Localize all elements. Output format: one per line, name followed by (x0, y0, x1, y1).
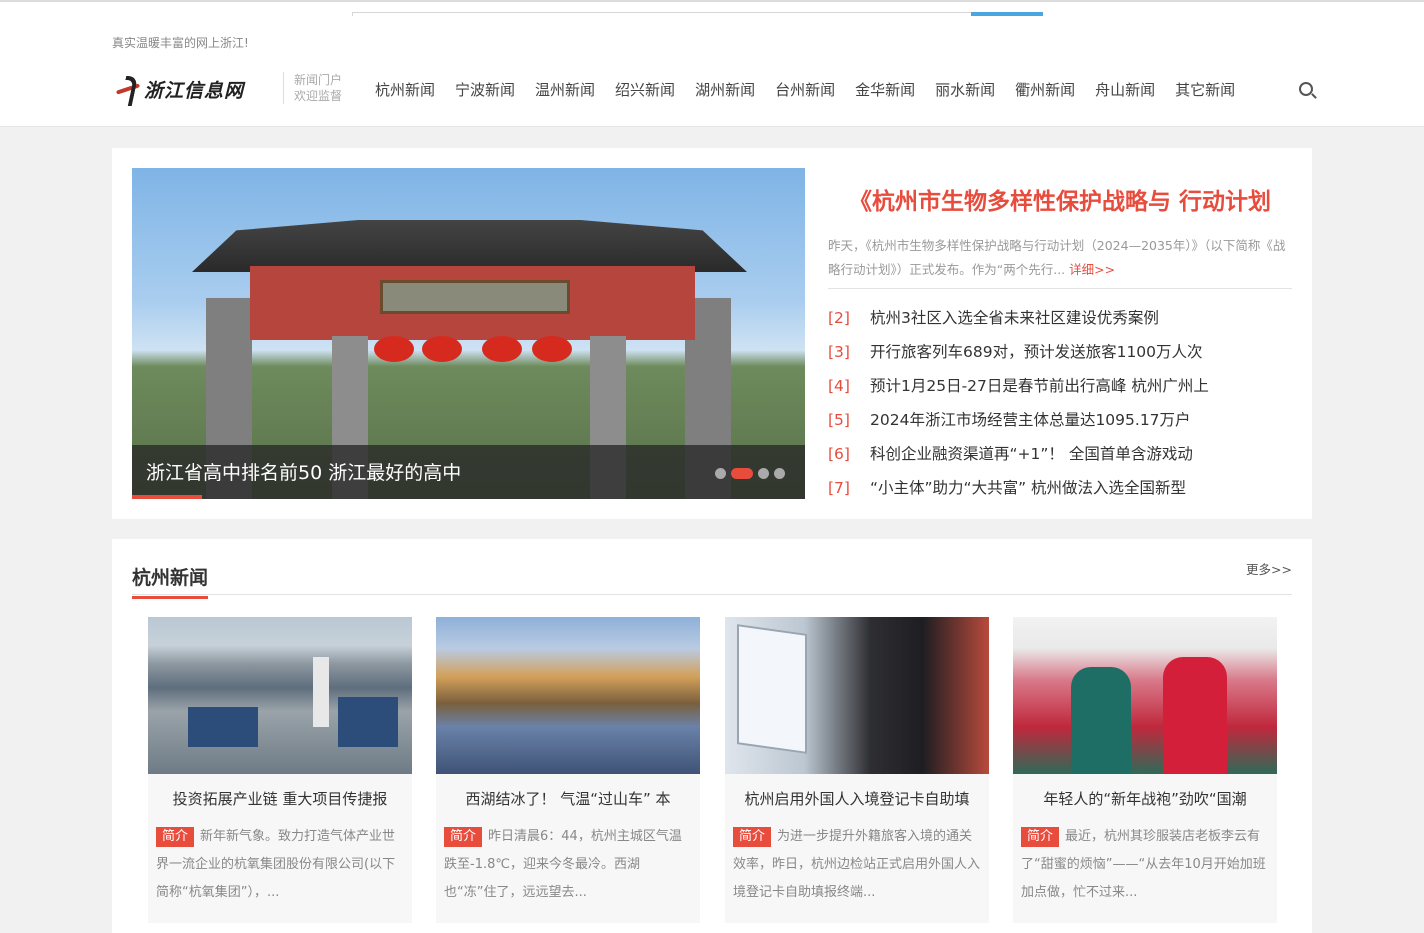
list-item-number: [3] (828, 343, 850, 361)
news-card-title[interactable]: 投资拓展产业链 重大项目传捷报 (148, 788, 412, 809)
nav-item-huzhou[interactable]: 湖州新闻 (685, 78, 765, 102)
site-header: 真实温暖丰富的网上浙江! 浙江信息网 新闻门户 欢迎监督 杭州新闻 宁波新闻 温… (0, 16, 1424, 127)
news-card[interactable]: 投资拓展产业链 重大项目传捷报 简介 新年新气象。致力打造气体产业世界一流企业的杭… (148, 617, 412, 923)
nav-item-taizhou[interactable]: 台州新闻 (765, 78, 845, 102)
list-item[interactable]: [2] 杭州3社区入选全省未来社区建设优秀案例 (828, 306, 1292, 340)
image-building (338, 697, 398, 747)
lantern-icon (374, 336, 414, 362)
image-figure (1071, 667, 1131, 774)
slide-caption[interactable]: 浙江省高中排名前50 浙江最好的高中 (146, 458, 461, 485)
list-item-text[interactable]: 2024年浙江市场经营主体总量达1095.17万户 (870, 408, 1191, 442)
list-item[interactable]: [7] “小主体”助力“大共富” 杭州做法入选全国新型 (828, 476, 1292, 510)
nav-item-shaoxing[interactable]: 绍兴新闻 (605, 78, 685, 102)
nav-item-hangzhou[interactable]: 杭州新闻 (365, 78, 445, 102)
image-slider[interactable]: 浙江省高中排名前50 浙江最好的高中 (132, 168, 805, 499)
list-item-number: [6] (828, 445, 850, 463)
nav-item-lishui[interactable]: 丽水新闻 (925, 78, 1005, 102)
news-card[interactable]: 杭州启用外国人入境登记卡自助填 简介 为进一步提升外籍旅客入境的通关效率，昨日，杭… (725, 617, 989, 923)
list-item-number: [4] (828, 377, 850, 395)
list-item[interactable]: [3] 开行旅客列车689对，预计发送旅客1100万人次 (828, 340, 1292, 374)
list-item-text[interactable]: 开行旅客列车689对，预计发送旅客1100万人次 (870, 340, 1203, 374)
nav-item-jinhua[interactable]: 金华新闻 (845, 78, 925, 102)
intro-tag: 简介 (444, 827, 483, 847)
slide-image-plaque (380, 280, 570, 314)
slide-image-roof (192, 220, 747, 272)
section-divider (132, 594, 1292, 595)
intro-tag: 简介 (156, 827, 195, 847)
intro-tag: 简介 (733, 827, 772, 847)
featured-headline[interactable]: 《杭州市生物多样性保护战略与 行动计划 (828, 182, 1292, 216)
news-list: [2] 杭州3社区入选全省未来社区建设优秀案例 [3] 开行旅客列车689对，预计发… (828, 306, 1292, 510)
slide-progress-bar (132, 495, 202, 499)
top-search-strip (0, 0, 1424, 18)
list-item[interactable]: [6] 科创企业融资渠道再“+1”！ 全国首单含游戏动 (828, 442, 1292, 476)
search-icon[interactable] (1299, 82, 1313, 96)
news-card-title[interactable]: 杭州启用外国人入境登记卡自助填 (725, 788, 989, 809)
portal-line-1: 新闻门户 (294, 73, 343, 87)
site-slogan: 真实温暖丰富的网上浙江! (112, 36, 249, 50)
image-tower (313, 657, 329, 727)
news-card-title[interactable]: 西湖结冰了！ 气温“过山车” 本 (436, 788, 700, 809)
list-item-text[interactable]: 杭州3社区入选全省未来社区建设优秀案例 (870, 306, 1159, 340)
portal-tagline: 新闻门户 欢迎监督 (283, 72, 342, 104)
slider-dot[interactable] (758, 468, 769, 479)
featured-summary-text: 昨天，《杭州市生物多样性保护战略与行动计划（2024—2035年）》（以下简称《… (828, 238, 1286, 277)
news-card-image[interactable] (725, 617, 989, 774)
logo-text: 浙江信息网 (144, 79, 245, 102)
featured-more-link[interactable]: 详细>> (1069, 262, 1115, 277)
news-card-image[interactable] (148, 617, 412, 774)
list-item-number: [5] (828, 411, 850, 429)
list-item-text[interactable]: 预计1月25日-27日是春节前出行高峰 杭州广州上 (870, 374, 1209, 408)
list-item-number: [2] (828, 309, 850, 327)
site-logo[interactable]: 浙江信息网 (112, 72, 244, 106)
news-card[interactable]: 西湖结冰了！ 气温“过山车” 本 简介 昨日清晨6：44，杭州主城区气温跌至-1.… (436, 617, 700, 923)
nav-item-wenzhou[interactable]: 温州新闻 (525, 78, 605, 102)
news-card-intro: 简介 最近，杭州其珍服装店老板李云有了“甜蜜的烦恼”——“从去年10月开始加班加点… (1013, 823, 1277, 907)
list-item-text[interactable]: “小主体”助力“大共富” 杭州做法入选全国新型 (870, 476, 1186, 510)
nav-item-quzhou[interactable]: 衢州新闻 (1005, 78, 1085, 102)
main-nav: 杭州新闻 宁波新闻 温州新闻 绍兴新闻 湖州新闻 台州新闻 金华新闻 丽水新闻 … (365, 78, 1313, 102)
image-building (188, 707, 258, 747)
intro-tag: 简介 (1021, 827, 1060, 847)
lantern-icon (422, 336, 462, 362)
slider-dots (715, 468, 785, 479)
news-card-intro: 简介 为进一步提升外籍旅客入境的通关效率，昨日，杭州边检站正式启用外国人入境登记卡… (725, 823, 989, 907)
news-card-title[interactable]: 年轻人的“新年战袍”劲吹“国潮 (1013, 788, 1277, 809)
news-card-intro: 简介 昨日清晨6：44，杭州主城区气温跌至-1.8℃，迎来今冬最冷。西湖也“冻”住… (436, 823, 700, 907)
nav-item-zhoushan[interactable]: 舟山新闻 (1085, 78, 1165, 102)
slider-dot-active[interactable] (731, 468, 753, 479)
list-item[interactable]: [4] 预计1月25日-27日是春节前出行高峰 杭州广州上 (828, 374, 1292, 408)
hero-panel: 浙江省高中排名前50 浙江最好的高中 《杭州市生物多样性保护战略与 行动计划 昨… (112, 148, 1312, 519)
news-card-intro: 简介 新年新气象。致力打造气体产业世界一流企业的杭氧集团股份有限公司(以下简称“杭… (148, 823, 412, 907)
slider-dot[interactable] (715, 468, 726, 479)
image-figure (1163, 657, 1227, 774)
lantern-icon (532, 336, 572, 362)
hangzhou-news-section: 杭州新闻 更多>> 投资拓展产业链 重大项目传捷报 简介 新年新气象。致力打造气体… (112, 539, 1312, 933)
featured-summary: 昨天，《杭州市生物多样性保护战略与行动计划（2024—2035年）》（以下简称《… (828, 234, 1292, 282)
divider (828, 288, 1292, 289)
list-item[interactable]: [5] 2024年浙江市场经营主体总量达1095.17万户 (828, 408, 1292, 442)
section-more-link[interactable]: 更多>> (1246, 559, 1292, 578)
image-screen (737, 624, 807, 754)
nav-item-other[interactable]: 其它新闻 (1165, 78, 1245, 102)
nav-item-ningbo[interactable]: 宁波新闻 (445, 78, 525, 102)
lantern-icon (482, 336, 522, 362)
portal-line-2: 欢迎监督 (294, 89, 343, 103)
news-card-image[interactable] (436, 617, 700, 774)
logo-mark-icon (112, 73, 142, 105)
slider-dot[interactable] (774, 468, 785, 479)
list-item-text[interactable]: 科创企业融资渠道再“+1”！ 全国首单含游戏动 (870, 442, 1193, 476)
list-item-number: [7] (828, 479, 850, 497)
news-card-image[interactable] (1013, 617, 1277, 774)
news-card[interactable]: 年轻人的“新年战袍”劲吹“国潮 简介 最近，杭州其珍服装店老板李云有了“甜蜜的烦恼… (1013, 617, 1277, 923)
